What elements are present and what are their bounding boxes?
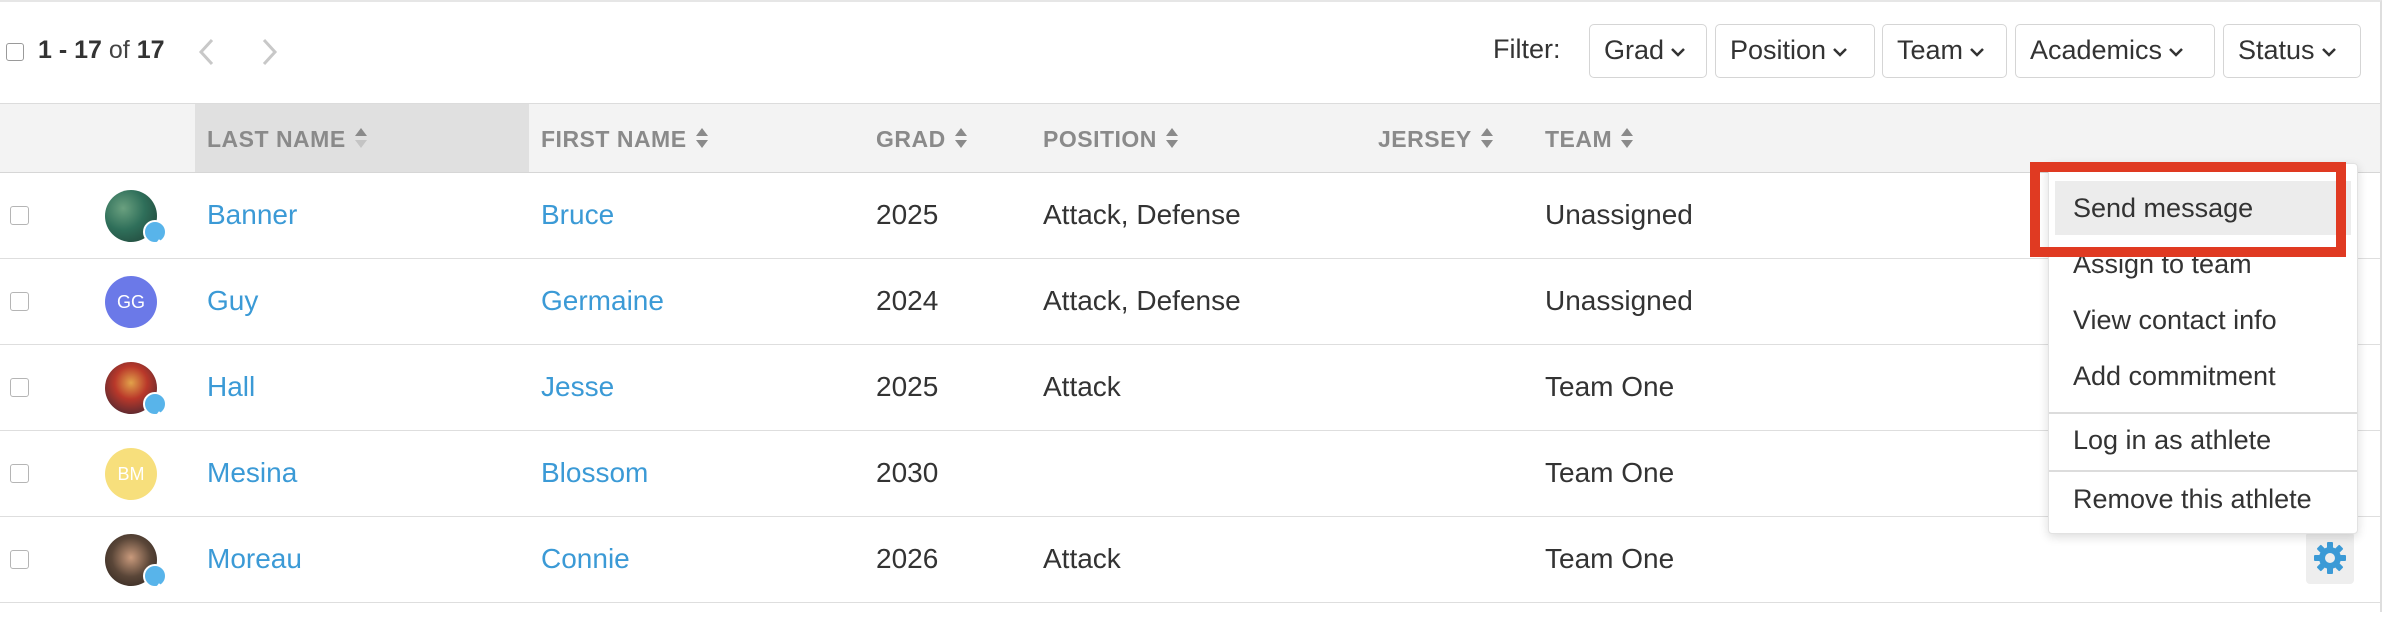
grad-cell: 2030 <box>876 457 939 488</box>
avatar[interactable] <box>105 362 167 422</box>
first-name-link[interactable]: Germaine <box>541 285 664 317</box>
column-header-label: POSITION <box>1043 126 1157 152</box>
column-header-grad[interactable]: GRAD <box>876 126 968 155</box>
sort-icon <box>354 127 368 155</box>
gear-icon <box>2314 542 2346 574</box>
filter-grad-label: Grad <box>1604 35 1665 65</box>
column-header-first-name[interactable]: FIRST NAME <box>541 126 709 155</box>
grad-cell: 2024 <box>876 285 939 316</box>
filter-status-dropdown[interactable]: Status <box>2223 24 2361 78</box>
last-name-link[interactable]: Moreau <box>207 543 302 575</box>
last-name-link[interactable]: Guy <box>207 285 258 317</box>
row-checkbox[interactable] <box>10 292 29 311</box>
filter-grad-dropdown[interactable]: Grad <box>1589 24 1707 78</box>
menu-item-add-commitment[interactable]: Add commitment <box>2073 361 2276 392</box>
filter-label: Filter: <box>1493 34 1561 64</box>
filter-position-dropdown[interactable]: Position <box>1715 24 1875 78</box>
grad-cell: 2026 <box>876 543 939 574</box>
grad-cell: 2025 <box>876 199 939 230</box>
row-checkbox[interactable] <box>10 206 29 225</box>
column-header-label: FIRST NAME <box>541 126 687 152</box>
verified-check-icon <box>143 392 167 422</box>
verified-check-icon <box>143 564 167 594</box>
row-checkbox[interactable] <box>10 550 29 569</box>
pagination-total: 17 <box>136 36 165 64</box>
row-checkbox[interactable] <box>10 464 29 483</box>
filter-academics-dropdown[interactable]: Academics <box>2015 24 2215 78</box>
team-cell: Unassigned <box>1545 285 1693 316</box>
sort-icon <box>1165 127 1179 155</box>
chevron-down-icon <box>2321 25 2337 76</box>
row-checkbox[interactable] <box>10 378 29 397</box>
menu-item-view-contact-info[interactable]: View contact info <box>2073 305 2277 336</box>
first-name-link[interactable]: Blossom <box>541 457 648 489</box>
column-header-team[interactable]: TEAM <box>1545 126 1634 155</box>
chevron-down-icon <box>1832 25 1848 76</box>
menu-divider <box>2049 470 2357 472</box>
filter-academics-label: Academics <box>2030 35 2163 65</box>
verified-check-icon <box>143 220 167 250</box>
pagination-of: of <box>108 36 130 64</box>
chevron-down-icon <box>2168 25 2184 76</box>
table-row: GG Guy Germaine 2024 Attack, Defense Una… <box>0 259 2380 345</box>
last-name-link[interactable]: Hall <box>207 371 255 403</box>
filter-position-label: Position <box>1730 35 1827 65</box>
sort-icon <box>1620 127 1634 155</box>
table-row: Moreau Connie 2026 Attack Team One <box>0 517 2380 603</box>
column-header-label: LAST NAME <box>207 126 346 152</box>
chevron-down-icon <box>1969 25 1985 76</box>
menu-item-log-in-as-athlete[interactable]: Log in as athlete <box>2073 425 2271 456</box>
sort-icon <box>695 127 709 155</box>
column-header-last-name[interactable]: LAST NAME <box>207 126 368 155</box>
row-actions-gear-button[interactable] <box>2306 532 2354 584</box>
position-cell: Attack, Defense <box>1043 285 1241 316</box>
last-name-link[interactable]: Mesina <box>207 457 297 489</box>
pagination-range: 1 - 17 <box>38 36 102 64</box>
table-row: Banner Bruce 2025 Attack, Defense Unassi… <box>0 173 2380 259</box>
team-cell: Team One <box>1545 371 1675 402</box>
avatar[interactable]: BM <box>105 448 157 500</box>
column-header-label: JERSEY <box>1378 126 1472 152</box>
column-header-label: TEAM <box>1545 126 1613 152</box>
menu-divider <box>2049 412 2357 414</box>
filter-team-dropdown[interactable]: Team <box>1882 24 2007 78</box>
list-toolbar: 1 - 17 of 17 Filter: Grad Position Team … <box>0 0 2382 103</box>
avatar-initials: GG <box>116 292 145 312</box>
sort-icon <box>954 127 968 155</box>
grad-cell: 2025 <box>876 371 939 402</box>
pagination-summary: 1 - 17 of 17 <box>38 36 165 65</box>
menu-item-remove-athlete[interactable]: Remove this athlete <box>2073 484 2312 515</box>
first-name-link[interactable]: Jesse <box>541 371 614 403</box>
team-cell: Team One <box>1545 543 1675 574</box>
first-name-link[interactable]: Connie <box>541 543 630 575</box>
table-row: BM Mesina Blossom 2030 Team One <box>0 431 2380 517</box>
position-cell: Attack <box>1043 543 1121 574</box>
last-name-link[interactable]: Banner <box>207 199 297 231</box>
select-all-checkbox[interactable] <box>6 43 24 61</box>
table-header: LAST NAME FIRST NAME GRAD POSITION JERSE… <box>0 103 2380 173</box>
column-header-position[interactable]: POSITION <box>1043 126 1179 155</box>
team-cell: Unassigned <box>1545 199 1693 230</box>
highlight-callout-box <box>2030 162 2346 257</box>
chevron-down-icon <box>1670 25 1686 76</box>
filter-status-label: Status <box>2238 35 2315 65</box>
filter-team-label: Team <box>1897 35 1964 65</box>
first-name-link[interactable]: Bruce <box>541 199 614 231</box>
avatar[interactable] <box>105 534 167 594</box>
team-cell: Team One <box>1545 457 1675 488</box>
avatar-initials: BM <box>117 464 145 484</box>
column-header-jersey[interactable]: JERSEY <box>1378 126 1494 155</box>
table-row: Hall Jesse 2025 Attack Team One <box>0 345 2380 431</box>
position-cell: Attack, Defense <box>1043 199 1241 230</box>
next-page-icon[interactable] <box>258 32 280 81</box>
column-header-label: GRAD <box>876 126 946 152</box>
prev-page-icon[interactable] <box>196 32 218 81</box>
avatar[interactable]: GG <box>105 276 157 328</box>
sort-icon <box>1480 127 1494 155</box>
avatar[interactable] <box>105 190 167 250</box>
position-cell: Attack <box>1043 371 1121 402</box>
